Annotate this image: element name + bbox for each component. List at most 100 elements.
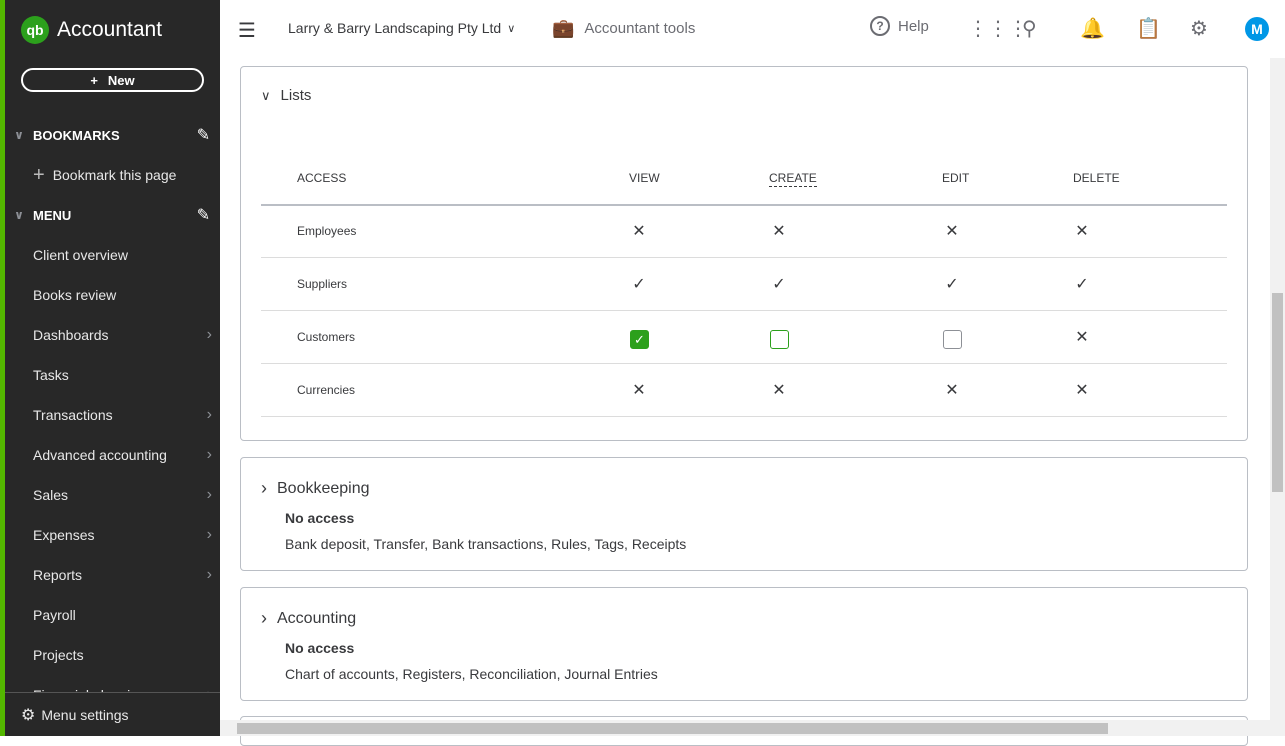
menu-settings-button[interactable]: ⚙ Menu settings [5,692,220,736]
row-label: Currencies [297,383,356,397]
chevron-right-icon: › [206,526,212,543]
accounting-desc: Chart of accounts, Registers, Reconcilia… [285,666,658,682]
clipboard-check-icon[interactable]: 📋 [1136,16,1161,41]
no-access-x-icon: ✕ [1075,223,1089,240]
chevron-down-icon: ∨ [507,22,516,35]
qb-logo-icon: qb [21,16,49,44]
row-divider [261,257,1227,258]
no-access-x-icon: ✕ [632,223,646,240]
sidebar-item-label: Projects [33,647,84,663]
gear-icon[interactable]: ⚙ [1190,16,1208,41]
avatar[interactable]: M [1245,17,1269,41]
new-button[interactable]: + New [21,68,204,92]
lists-header[interactable]: ∨ Lists [261,87,311,104]
search-icon[interactable]: ⚲ [1022,16,1037,41]
company-name: Larry & Barry Landscaping Pty Ltd [288,20,502,36]
no-access-x-icon: ✕ [772,223,786,240]
lists-card: ∨ Lists ACCESS VIEW CREATE EDIT DELETE Employe… [240,66,1248,441]
product-name: Accountant [57,18,163,41]
apps-grid-icon[interactable]: ⋮⋮⋮ [968,16,1028,41]
sidebar-item-label: Expenses [33,527,95,543]
help-button[interactable]: ? Help [870,16,929,36]
sidebar-item-sales[interactable]: Sales › [33,483,220,507]
row-label: Customers [297,330,356,344]
bookkeeping-header[interactable]: › Bookkeeping [261,478,370,499]
bookmark-this-page[interactable]: + Bookmark this page [33,163,220,187]
checkmark-icon: ✓ [1075,276,1089,293]
sidebar-item-label: Dashboards [33,327,109,343]
accountant-tools-button[interactable]: 💼 Accountant tools [552,18,695,39]
chevron-right-icon: › [206,406,212,423]
sidebar-item-dashboards[interactable]: Dashboards › [33,323,220,347]
sidebar-item-label: Books review [33,287,117,303]
plus-icon: + [33,163,45,186]
sidebar-item-books-review[interactable]: Books review [33,283,220,307]
permission-checkbox[interactable]: ✓ [630,330,649,349]
lists-title: Lists [280,87,312,104]
checkmark-icon: ✓ [772,276,786,293]
sidebar: qb Accountant + New ∨ BOOKMARKS ✎ + Bookmark… [0,0,220,736]
pencil-icon[interactable]: ✎ [197,125,210,145]
pencil-icon[interactable]: ✎ [197,205,210,225]
menu-section[interactable]: ∨ MENU ✎ [5,203,220,227]
bookmarks-label: BOOKMARKS [33,127,120,143]
column-header-access: ACCESS [297,171,347,185]
horizontal-scroll-thumb[interactable] [237,723,1108,734]
sidebar-item-reports[interactable]: Reports › [33,563,220,587]
column-header-edit: EDIT [942,171,970,185]
bookkeeping-card: › Bookkeeping No access Bank deposit, Tra… [240,457,1248,571]
new-label: New [107,72,135,88]
top-bar: ☰ Larry & Barry Landscaping Pty Ltd ∨ 💼 Ac… [220,0,1285,58]
chevron-right-icon: › [261,608,267,628]
sidebar-item-label: Payroll [33,607,76,623]
chevron-right-icon: › [261,478,267,498]
plus-icon: + [90,72,98,88]
column-header-create[interactable]: CREATE [769,171,817,187]
no-access-x-icon: ✕ [1075,329,1089,346]
sidebar-item-label: Transactions [33,407,113,423]
sidebar-item-tasks[interactable]: Tasks [33,363,220,387]
sidebar-item-advanced-accounting[interactable]: Advanced accounting › [33,443,220,467]
sidebar-item-payroll[interactable]: Payroll [33,603,220,627]
permission-checkbox[interactable] [770,330,789,349]
bookkeeping-desc: Bank deposit, Transfer, Bank transaction… [285,536,687,552]
column-header-view: VIEW [629,171,660,185]
checkmark-icon: ✓ [632,276,646,293]
no-access-x-icon: ✕ [945,223,959,240]
sidebar-item-label: Sales [33,487,69,503]
menu-label: MENU [33,207,72,223]
briefcase-icon: 💼 [552,18,575,38]
logo[interactable]: qb Accountant [21,16,162,44]
sidebar-item-label: Tasks [33,367,69,383]
help-label: Help [898,17,929,35]
no-access-x-icon: ✕ [945,382,959,399]
chevron-right-icon: › [206,326,212,343]
accounting-header[interactable]: › Accounting [261,608,356,629]
vertical-scroll-thumb[interactable] [1272,293,1283,492]
sidebar-item-expenses[interactable]: Expenses › [33,523,220,547]
vertical-scrollbar[interactable] [1270,58,1285,720]
sidebar-item-transactions[interactable]: Transactions › [33,403,220,427]
no-access-x-icon: ✕ [1075,382,1089,399]
row-divider [261,310,1227,311]
row-label: Suppliers [297,277,348,291]
chevron-down-icon: ∨ [14,128,24,142]
menu-settings-label: Menu settings [41,706,129,723]
accounting-title: Accounting [277,609,357,627]
bookmarks-section[interactable]: ∨ BOOKMARKS ✎ [5,123,220,147]
avatar-initial: M [1245,17,1269,41]
chevron-down-icon: ∨ [14,208,24,222]
sidebar-item-label: Reports [33,567,83,583]
bookmark-label: Bookmark this page [52,167,177,183]
accounting-access: No access [285,640,355,656]
bell-icon[interactable]: 🔔 [1080,16,1105,41]
menu-toggle-icon[interactable]: ☰ [238,18,256,43]
sidebar-item-client-overview[interactable]: Client overview [33,243,220,267]
no-access-x-icon: ✕ [772,382,786,399]
sidebar-item-projects[interactable]: Projects [33,643,220,667]
horizontal-scrollbar[interactable] [220,720,1285,736]
company-selector[interactable]: Larry & Barry Landscaping Pty Ltd ∨ [288,20,515,36]
chevron-right-icon: › [206,486,212,503]
permission-checkbox[interactable] [943,330,962,349]
chevron-down-icon: ∨ [261,87,271,103]
